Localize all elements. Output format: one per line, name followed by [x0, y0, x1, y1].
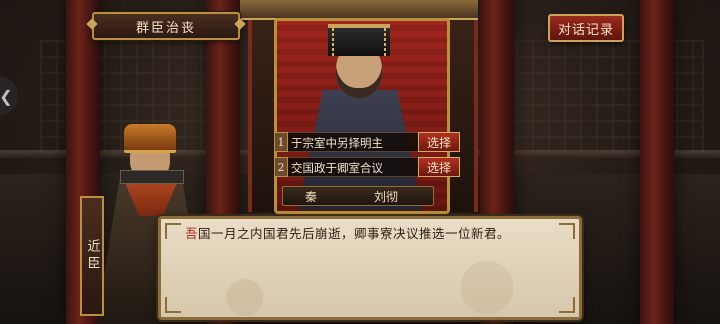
scene-title: 群臣治丧 [135, 20, 196, 36]
choice-select-button[interactable]: 选择 [418, 132, 460, 152]
dialog-corner-ornament [559, 297, 575, 313]
choice-select-button[interactable]: 选择 [418, 157, 460, 177]
emperor-crown [328, 24, 390, 56]
dialog-log-button[interactable]: 对话记录 [548, 14, 624, 42]
speaker-name: 刘彻 [373, 189, 398, 204]
canopy-top [240, 0, 478, 20]
crown-beads [384, 28, 386, 58]
minister-role: 近臣 [84, 239, 100, 273]
choice-text: 交国政于卿室合议 [288, 157, 418, 177]
dialog-box[interactable]: 吾国一月之内国君先后崩逝，卿事寮决议推选一位新君。 [158, 216, 582, 320]
dialog-text: 吾国一月之内国君先后崩逝，卿事寮决议推选一位新君。 [185, 225, 563, 243]
dialog-corner-ornament [165, 297, 181, 313]
choice-number: 1 [274, 132, 288, 152]
minister-role-banner: 近臣 [80, 196, 104, 316]
pillar-right [640, 0, 674, 324]
dialog-log-label: 对话记录 [557, 22, 614, 38]
minister-tablet [120, 170, 184, 184]
choice-option-1[interactable]: 1 于宗室中另择明主 选择 [274, 132, 460, 152]
choice-number: 2 [274, 157, 288, 177]
speaker-name-plate: 秦 刘彻 [282, 186, 434, 206]
crown-beads [332, 28, 334, 58]
choice-option-2[interactable]: 2 交国政于卿室合议 选择 [274, 157, 460, 177]
minister-hat [124, 124, 176, 153]
dialog-corner-ornament [165, 223, 181, 239]
dialog-lead-char: 吾 [185, 226, 199, 241]
speaker-state: 秦 [304, 189, 317, 204]
choice-text: 于宗室中另择明主 [288, 132, 418, 152]
dialog-body: 国一月之内国君先后崩逝，卿事寮决议推选一位新君。 [198, 226, 511, 241]
chevron-left-icon: ❮ [0, 86, 13, 106]
scene-title-plaque: 群臣治丧 [92, 12, 240, 40]
